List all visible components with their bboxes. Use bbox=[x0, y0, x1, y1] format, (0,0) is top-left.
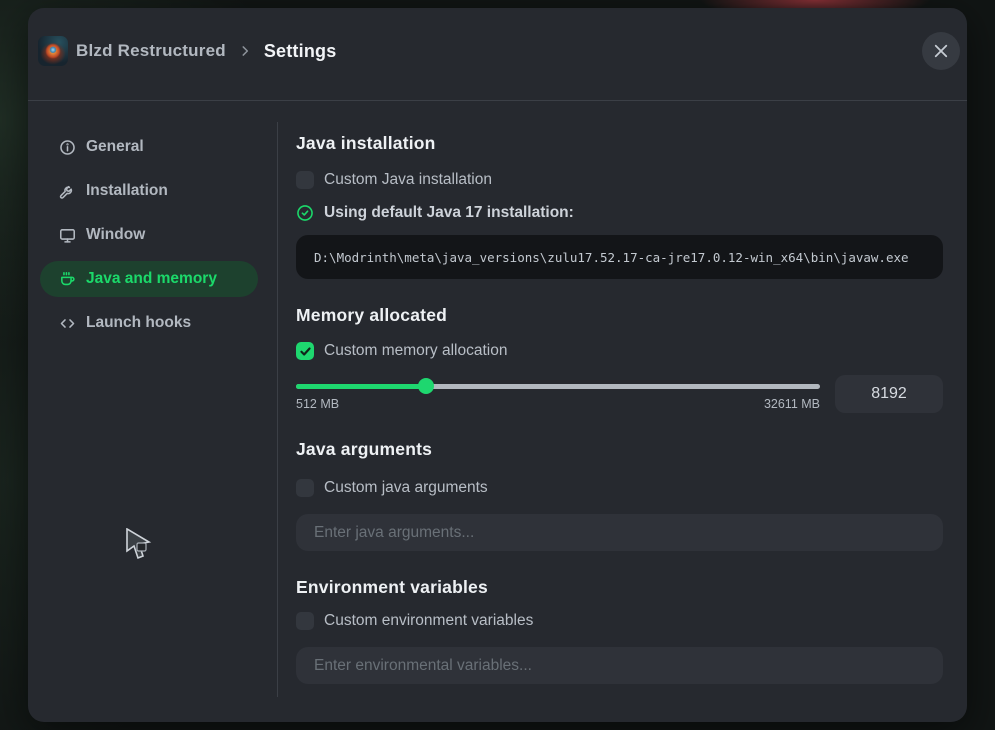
memory-allocated-heading: Memory allocated bbox=[296, 305, 447, 326]
close-icon bbox=[932, 42, 950, 60]
memory-max-label: 32611 MB bbox=[764, 397, 820, 411]
app-screen: Blzd Restructured Settings General bbox=[0, 0, 995, 730]
custom-memory-label: Custom memory allocation bbox=[324, 342, 507, 360]
info-circle-icon bbox=[58, 139, 76, 156]
wrench-icon bbox=[58, 183, 76, 200]
sidebar-item-label: Window bbox=[86, 226, 145, 244]
instance-name: Blzd Restructured bbox=[76, 41, 226, 61]
java-installation-heading: Java installation bbox=[296, 133, 436, 154]
page-title: Settings bbox=[264, 41, 337, 62]
custom-environment-variables-row: Custom environment variables bbox=[296, 612, 533, 630]
java-arguments-heading: Java arguments bbox=[296, 439, 432, 460]
sidebar-item-window[interactable]: Window bbox=[40, 217, 258, 253]
custom-memory-row: Custom memory allocation bbox=[296, 342, 507, 360]
sidebar-content-divider bbox=[277, 122, 278, 697]
monitor-icon bbox=[58, 227, 76, 244]
default-java-status-row: Using default Java 17 installation: bbox=[296, 204, 574, 222]
sidebar-item-general[interactable]: General bbox=[40, 129, 258, 165]
custom-java-arguments-row: Custom java arguments bbox=[296, 479, 488, 497]
sidebar-item-label: Java and memory bbox=[86, 270, 217, 288]
memory-slider-thumb[interactable] bbox=[418, 378, 434, 394]
java-arguments-input[interactable] bbox=[296, 514, 943, 551]
custom-java-arguments-label: Custom java arguments bbox=[324, 479, 488, 497]
check-circle-icon bbox=[296, 204, 314, 222]
memory-slider-fill bbox=[296, 384, 426, 389]
coffee-icon bbox=[58, 271, 76, 288]
checkmark-icon bbox=[299, 345, 312, 358]
close-button[interactable] bbox=[922, 32, 960, 70]
settings-sidebar: General Installation Window Java and mem… bbox=[40, 129, 258, 349]
custom-environment-variables-label: Custom environment variables bbox=[324, 612, 533, 630]
memory-slider[interactable] bbox=[296, 376, 820, 396]
memory-value-input[interactable] bbox=[835, 375, 943, 413]
custom-java-installation-checkbox[interactable] bbox=[296, 171, 314, 189]
sidebar-item-launch-hooks[interactable]: Launch hooks bbox=[40, 305, 258, 341]
sidebar-item-label: Installation bbox=[86, 182, 168, 200]
custom-environment-variables-checkbox[interactable] bbox=[296, 612, 314, 630]
sidebar-item-java-and-memory[interactable]: Java and memory bbox=[40, 261, 258, 297]
environment-variables-input[interactable] bbox=[296, 647, 943, 684]
memory-slider-labels: 512 MB 32611 MB bbox=[296, 397, 820, 411]
instance-icon bbox=[38, 36, 68, 66]
java-path-text: D:\Modrinth\meta\java_versions\zulu17.52… bbox=[314, 250, 909, 265]
sidebar-item-label: Launch hooks bbox=[86, 314, 191, 332]
custom-java-arguments-checkbox[interactable] bbox=[296, 479, 314, 497]
default-java-status-text: Using default Java 17 installation: bbox=[324, 204, 574, 222]
instance-settings-modal: Blzd Restructured Settings General bbox=[28, 8, 967, 722]
custom-java-installation-label: Custom Java installation bbox=[324, 171, 492, 189]
chevron-right-icon bbox=[238, 44, 252, 58]
environment-variables-heading: Environment variables bbox=[296, 577, 488, 598]
java-path-box: D:\Modrinth\meta\java_versions\zulu17.52… bbox=[296, 235, 943, 279]
custom-java-installation-row: Custom Java installation bbox=[296, 171, 492, 189]
code-icon bbox=[58, 315, 76, 332]
sidebar-item-installation[interactable]: Installation bbox=[40, 173, 258, 209]
memory-min-label: 512 MB bbox=[296, 397, 339, 411]
header-divider bbox=[28, 100, 967, 101]
sidebar-item-label: General bbox=[86, 138, 144, 156]
custom-memory-checkbox[interactable] bbox=[296, 342, 314, 360]
breadcrumb: Blzd Restructured Settings bbox=[76, 36, 336, 66]
